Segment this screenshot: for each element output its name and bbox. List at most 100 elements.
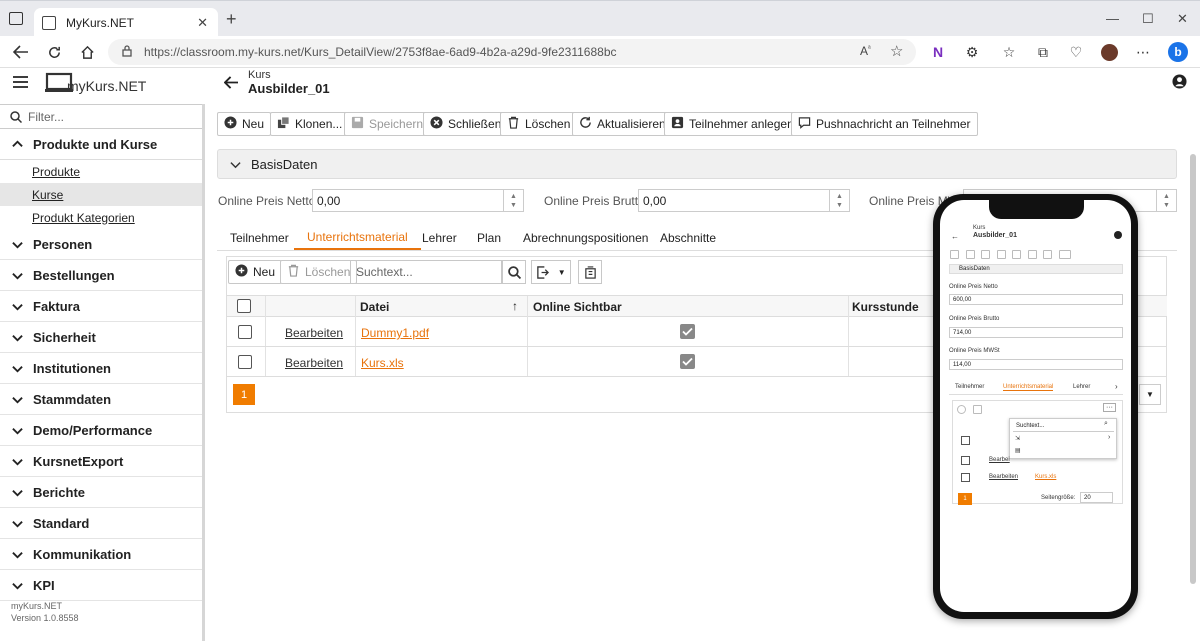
clone-button[interactable]: Klonen...: [270, 112, 350, 136]
back-arrow-icon[interactable]: [224, 76, 239, 89]
visible-checked-icon: [680, 324, 695, 339]
tab-actions-icon[interactable]: [9, 12, 23, 25]
maximize-icon[interactable]: ☐: [1142, 11, 1154, 27]
delete-button[interactable]: Löschen: [500, 112, 578, 136]
sidebar-item-produkte[interactable]: Produkte: [0, 160, 202, 183]
sidebar-item-produkt-kategorien[interactable]: Produkt Kategorien: [0, 206, 202, 229]
sidebar-group-kursnetexport[interactable]: KursnetExport: [0, 446, 202, 477]
profile-avatar-icon[interactable]: [1099, 42, 1119, 62]
tab-abrechnungspositionen[interactable]: Abrechnungspositionen: [523, 226, 648, 250]
sidebar-item-kurse[interactable]: Kurse: [0, 183, 202, 206]
tab-teilnehmer[interactable]: Teilnehmer: [230, 226, 289, 250]
tab-lehrer[interactable]: Lehrer: [422, 226, 457, 250]
phone-mockup: ← Kurs Ausbilder_01 BasisDaten Online Pr…: [933, 194, 1138, 619]
tab-abschnitte[interactable]: Abschnitte: [660, 226, 716, 250]
read-aloud-icon[interactable]: Aᵃ: [860, 44, 871, 58]
browser-essentials-icon[interactable]: ♡: [1066, 42, 1086, 62]
refresh-button[interactable]: Aktualisieren: [572, 112, 673, 136]
hamburger-menu-icon[interactable]: [13, 76, 28, 88]
grid-search-input[interactable]: Suchtext...: [350, 260, 502, 284]
gross-price-spinner[interactable]: ▲ ▼: [829, 190, 849, 211]
home-icon[interactable]: [77, 42, 97, 62]
sidebar-group-faktura[interactable]: Faktura: [0, 291, 202, 322]
row-edit-link[interactable]: Bearbeiten: [285, 326, 343, 340]
grid-delete-button[interactable]: Löschen: [280, 260, 358, 284]
chevron-down-icon: [12, 332, 23, 343]
minimize-icon[interactable]: —: [1106, 11, 1119, 26]
page-size-dropdown[interactable]: ▼: [1139, 384, 1161, 405]
new-tab-icon[interactable]: +: [226, 9, 237, 30]
grid-search-button[interactable]: [502, 260, 526, 284]
sidebar-group-bestellungen[interactable]: Bestellungen: [0, 260, 202, 291]
basisdaten-section-header[interactable]: BasisDaten: [217, 149, 1177, 179]
url-field[interactable]: https://classroom.my-kurs.net/Kurs_Detai…: [108, 39, 916, 65]
tab-title: MyKurs.NET: [66, 15, 135, 30]
sidebar-group-kommunikation[interactable]: Kommunikation: [0, 539, 202, 570]
select-all-checkbox[interactable]: [237, 299, 251, 313]
mwst-price-spinner[interactable]: ▲ ▼: [1156, 190, 1176, 211]
user-account-icon[interactable]: [1172, 74, 1187, 89]
pager-page-button[interactable]: 1: [233, 384, 255, 405]
sidebar-group-kpi[interactable]: KPI: [0, 570, 202, 601]
tab-close-icon[interactable]: ✕: [197, 15, 208, 31]
save-button[interactable]: Speichern: [344, 112, 431, 136]
phone-row-file: Kurs.xls: [1035, 474, 1057, 480]
new-button[interactable]: Neu: [217, 112, 272, 136]
push-notification-button[interactable]: Pushnachricht an Teilnehmer: [791, 112, 978, 136]
grid-new-button[interactable]: Neu: [228, 260, 283, 284]
gross-price-label: Online Preis Brutto: [544, 194, 645, 208]
new-button-label: Neu: [242, 117, 265, 131]
collections-icon[interactable]: ⧉: [1033, 42, 1053, 62]
sidebar-group-label: Kommunikation: [33, 546, 132, 562]
sidebar-group-berichte[interactable]: Berichte: [0, 477, 202, 508]
favorite-star-icon[interactable]: ☆: [890, 42, 903, 60]
copilot-icon[interactable]: b: [1168, 42, 1188, 62]
tab-unterrichtsmaterial[interactable]: Unterrichtsmaterial: [294, 226, 421, 250]
logo-text: myKurs.NET: [67, 78, 147, 94]
sidebar-group-produkte-und-kurse[interactable]: Produkte und Kurse: [0, 129, 202, 160]
phone-mwst-field: 114,00: [949, 359, 1123, 370]
sidebar-group-personen[interactable]: Personen: [0, 229, 202, 260]
column-header-kursstunde[interactable]: Kursstunde: [852, 300, 919, 314]
sidebar-group-label: KPI: [33, 577, 55, 593]
caret-down-icon: ▼: [557, 267, 566, 277]
close-button-label: Schließen: [448, 117, 502, 131]
main-scrollbar[interactable]: [1190, 154, 1196, 584]
row-file-link[interactable]: Dummy1.pdf: [361, 326, 429, 340]
column-chooser-icon: [584, 265, 597, 279]
column-header-datei[interactable]: Datei: [360, 300, 389, 314]
row-checkbox[interactable]: [238, 325, 252, 339]
close-window-icon[interactable]: ✕: [1177, 11, 1188, 27]
favorites-icon[interactable]: ☆: [999, 42, 1019, 62]
sidebar-group-sicherheit[interactable]: Sicherheit: [0, 322, 202, 353]
sidebar-group-stammdaten[interactable]: Stammdaten: [0, 384, 202, 415]
id-card-icon: [671, 116, 684, 132]
sort-ascending-icon[interactable]: ↑: [512, 299, 518, 313]
row-file-link[interactable]: Kurs.xls: [361, 356, 404, 370]
sidebar-group-standard[interactable]: Standard: [0, 508, 202, 539]
row-checkbox[interactable]: [238, 355, 252, 369]
export-dropdown-button[interactable]: ▼: [531, 260, 571, 284]
more-icon[interactable]: ⋯: [1133, 42, 1153, 62]
net-price-field[interactable]: 0,00 ▲ ▼: [312, 189, 524, 212]
add-participant-button[interactable]: Teilnehmer anlegen: [664, 112, 801, 136]
site-favicon-icon: [42, 15, 56, 30]
sidebar-group-demo-performance[interactable]: Demo/Performance: [0, 415, 202, 446]
extensions-icon[interactable]: ⚙: [962, 42, 982, 62]
push-notification-button-label: Pushnachricht an Teilnehmer: [816, 117, 971, 131]
column-chooser-button[interactable]: [578, 260, 602, 284]
sidebar-filter[interactable]: Filter...: [0, 104, 202, 129]
row-edit-link[interactable]: Bearbeiten: [285, 356, 343, 370]
browser-tab[interactable]: MyKurs.NET ✕: [34, 8, 218, 37]
column-header-online-sichtbar[interactable]: Online Sichtbar: [533, 300, 622, 314]
footer-name: myKurs.NET: [11, 601, 63, 611]
net-price-spinner[interactable]: ▲ ▼: [503, 190, 523, 211]
grid-search-placeholder: Suchtext...: [356, 265, 413, 279]
onenote-icon[interactable]: N: [928, 42, 948, 62]
gross-price-field[interactable]: 0,00 ▲ ▼: [638, 189, 850, 212]
close-button[interactable]: Schließen: [423, 112, 509, 136]
sidebar-group-institutionen[interactable]: Institutionen: [0, 353, 202, 384]
tab-plan[interactable]: Plan: [477, 226, 501, 250]
reload-icon[interactable]: [44, 42, 64, 62]
back-icon[interactable]: [11, 42, 31, 62]
